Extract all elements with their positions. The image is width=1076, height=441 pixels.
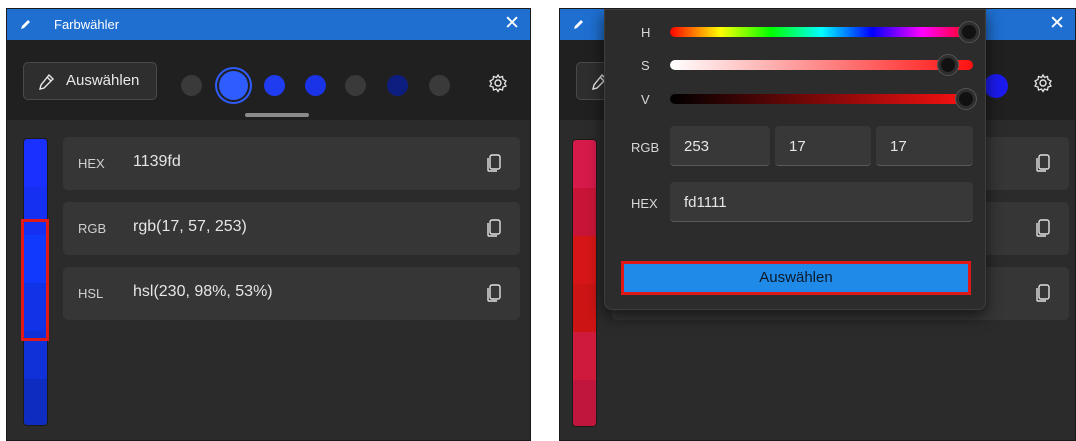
copy-icon[interactable] <box>1036 154 1050 172</box>
hue-slider-thumb[interactable] <box>959 22 979 42</box>
shade-cell[interactable] <box>573 188 596 236</box>
format-value: hsl(230, 98%, 53%) <box>133 283 273 300</box>
shade-cell[interactable] <box>573 236 596 284</box>
format-value: rgb(17, 57, 253) <box>133 218 247 235</box>
pen-icon <box>574 20 583 29</box>
value-label: V <box>641 92 650 107</box>
green-input[interactable]: 17 <box>775 126 871 166</box>
title-bar: Farbwähler ✕ <box>7 9 530 40</box>
rgb-label: RGB <box>631 140 660 155</box>
history-swatch[interactable] <box>984 74 1008 98</box>
shade-cell[interactable] <box>573 140 596 188</box>
selected-shade-highlight <box>21 219 49 341</box>
format-row-hex: HEX 1139fd <box>63 137 520 190</box>
hex-input[interactable]: fd1111 <box>670 182 973 222</box>
history-swatch[interactable] <box>345 75 366 96</box>
saturation-slider-thumb[interactable] <box>937 55 958 75</box>
copy-icon[interactable] <box>487 154 501 172</box>
history-swatch[interactable] <box>387 75 408 96</box>
green-value: 17 <box>789 138 806 155</box>
hex-value: fd1111 <box>684 194 727 211</box>
color-picker-window-main: Farbwähler ✕ Auswählen HEX 1139fd RGB rg… <box>6 8 531 441</box>
eyedropper-icon <box>39 73 54 90</box>
window-title: Farbwähler <box>54 17 120 32</box>
saturation-label: S <box>641 58 650 73</box>
hue-slider[interactable] <box>670 22 979 42</box>
red-input[interactable]: 253 <box>670 126 770 166</box>
format-row-rgb: RGB rgb(17, 57, 253) <box>63 202 520 255</box>
format-row-hsl: HSL hsl(230, 98%, 53%) <box>63 267 520 320</box>
color-picker-window-editor: ✕ H S V RGB 253 17 17 HEX fd1111 Auswähl… <box>559 8 1076 441</box>
format-label: HEX <box>78 156 105 171</box>
copy-icon[interactable] <box>1036 219 1050 237</box>
pick-color-label: Auswählen <box>66 72 140 89</box>
copy-icon[interactable] <box>487 284 501 302</box>
format-label: HSL <box>78 286 104 301</box>
shade-cell[interactable] <box>24 139 47 187</box>
value-slider[interactable] <box>670 89 976 109</box>
gear-icon[interactable] <box>488 73 508 93</box>
blue-input[interactable]: 17 <box>876 126 973 166</box>
pen-icon <box>21 20 30 29</box>
shade-cell[interactable] <box>573 284 596 332</box>
blue-value: 17 <box>890 138 907 155</box>
history-swatch[interactable] <box>264 75 285 96</box>
color-shades-strip <box>572 139 597 427</box>
shade-cell[interactable] <box>573 332 596 380</box>
shade-cell[interactable] <box>24 379 47 425</box>
format-label: RGB <box>78 221 107 236</box>
red-value: 253 <box>684 138 710 155</box>
drag-handle[interactable] <box>245 113 309 117</box>
color-editor-flyout: H S V RGB 253 17 17 HEX fd1111 Auswählen <box>604 9 986 310</box>
gear-icon[interactable] <box>1033 73 1053 93</box>
format-value: 1139fd <box>133 153 181 170</box>
toolbar: Auswählen <box>7 40 530 120</box>
shade-cell[interactable] <box>573 380 596 426</box>
hue-label: H <box>641 25 651 40</box>
value-slider-thumb[interactable] <box>955 89 976 109</box>
copy-icon[interactable] <box>487 219 501 237</box>
copy-icon[interactable] <box>1036 284 1050 302</box>
close-button[interactable]: ✕ <box>1049 12 1065 36</box>
apply-button[interactable]: Auswählen <box>621 261 971 295</box>
history-swatch[interactable] <box>305 75 326 96</box>
history-swatch[interactable] <box>429 75 450 96</box>
close-button[interactable]: ✕ <box>504 12 520 36</box>
history-swatch[interactable] <box>181 75 202 96</box>
saturation-slider[interactable] <box>670 55 973 75</box>
pick-color-button[interactable]: Auswählen <box>23 62 157 100</box>
hex-label: HEX <box>631 196 658 211</box>
history-swatch-selected[interactable] <box>219 71 248 100</box>
